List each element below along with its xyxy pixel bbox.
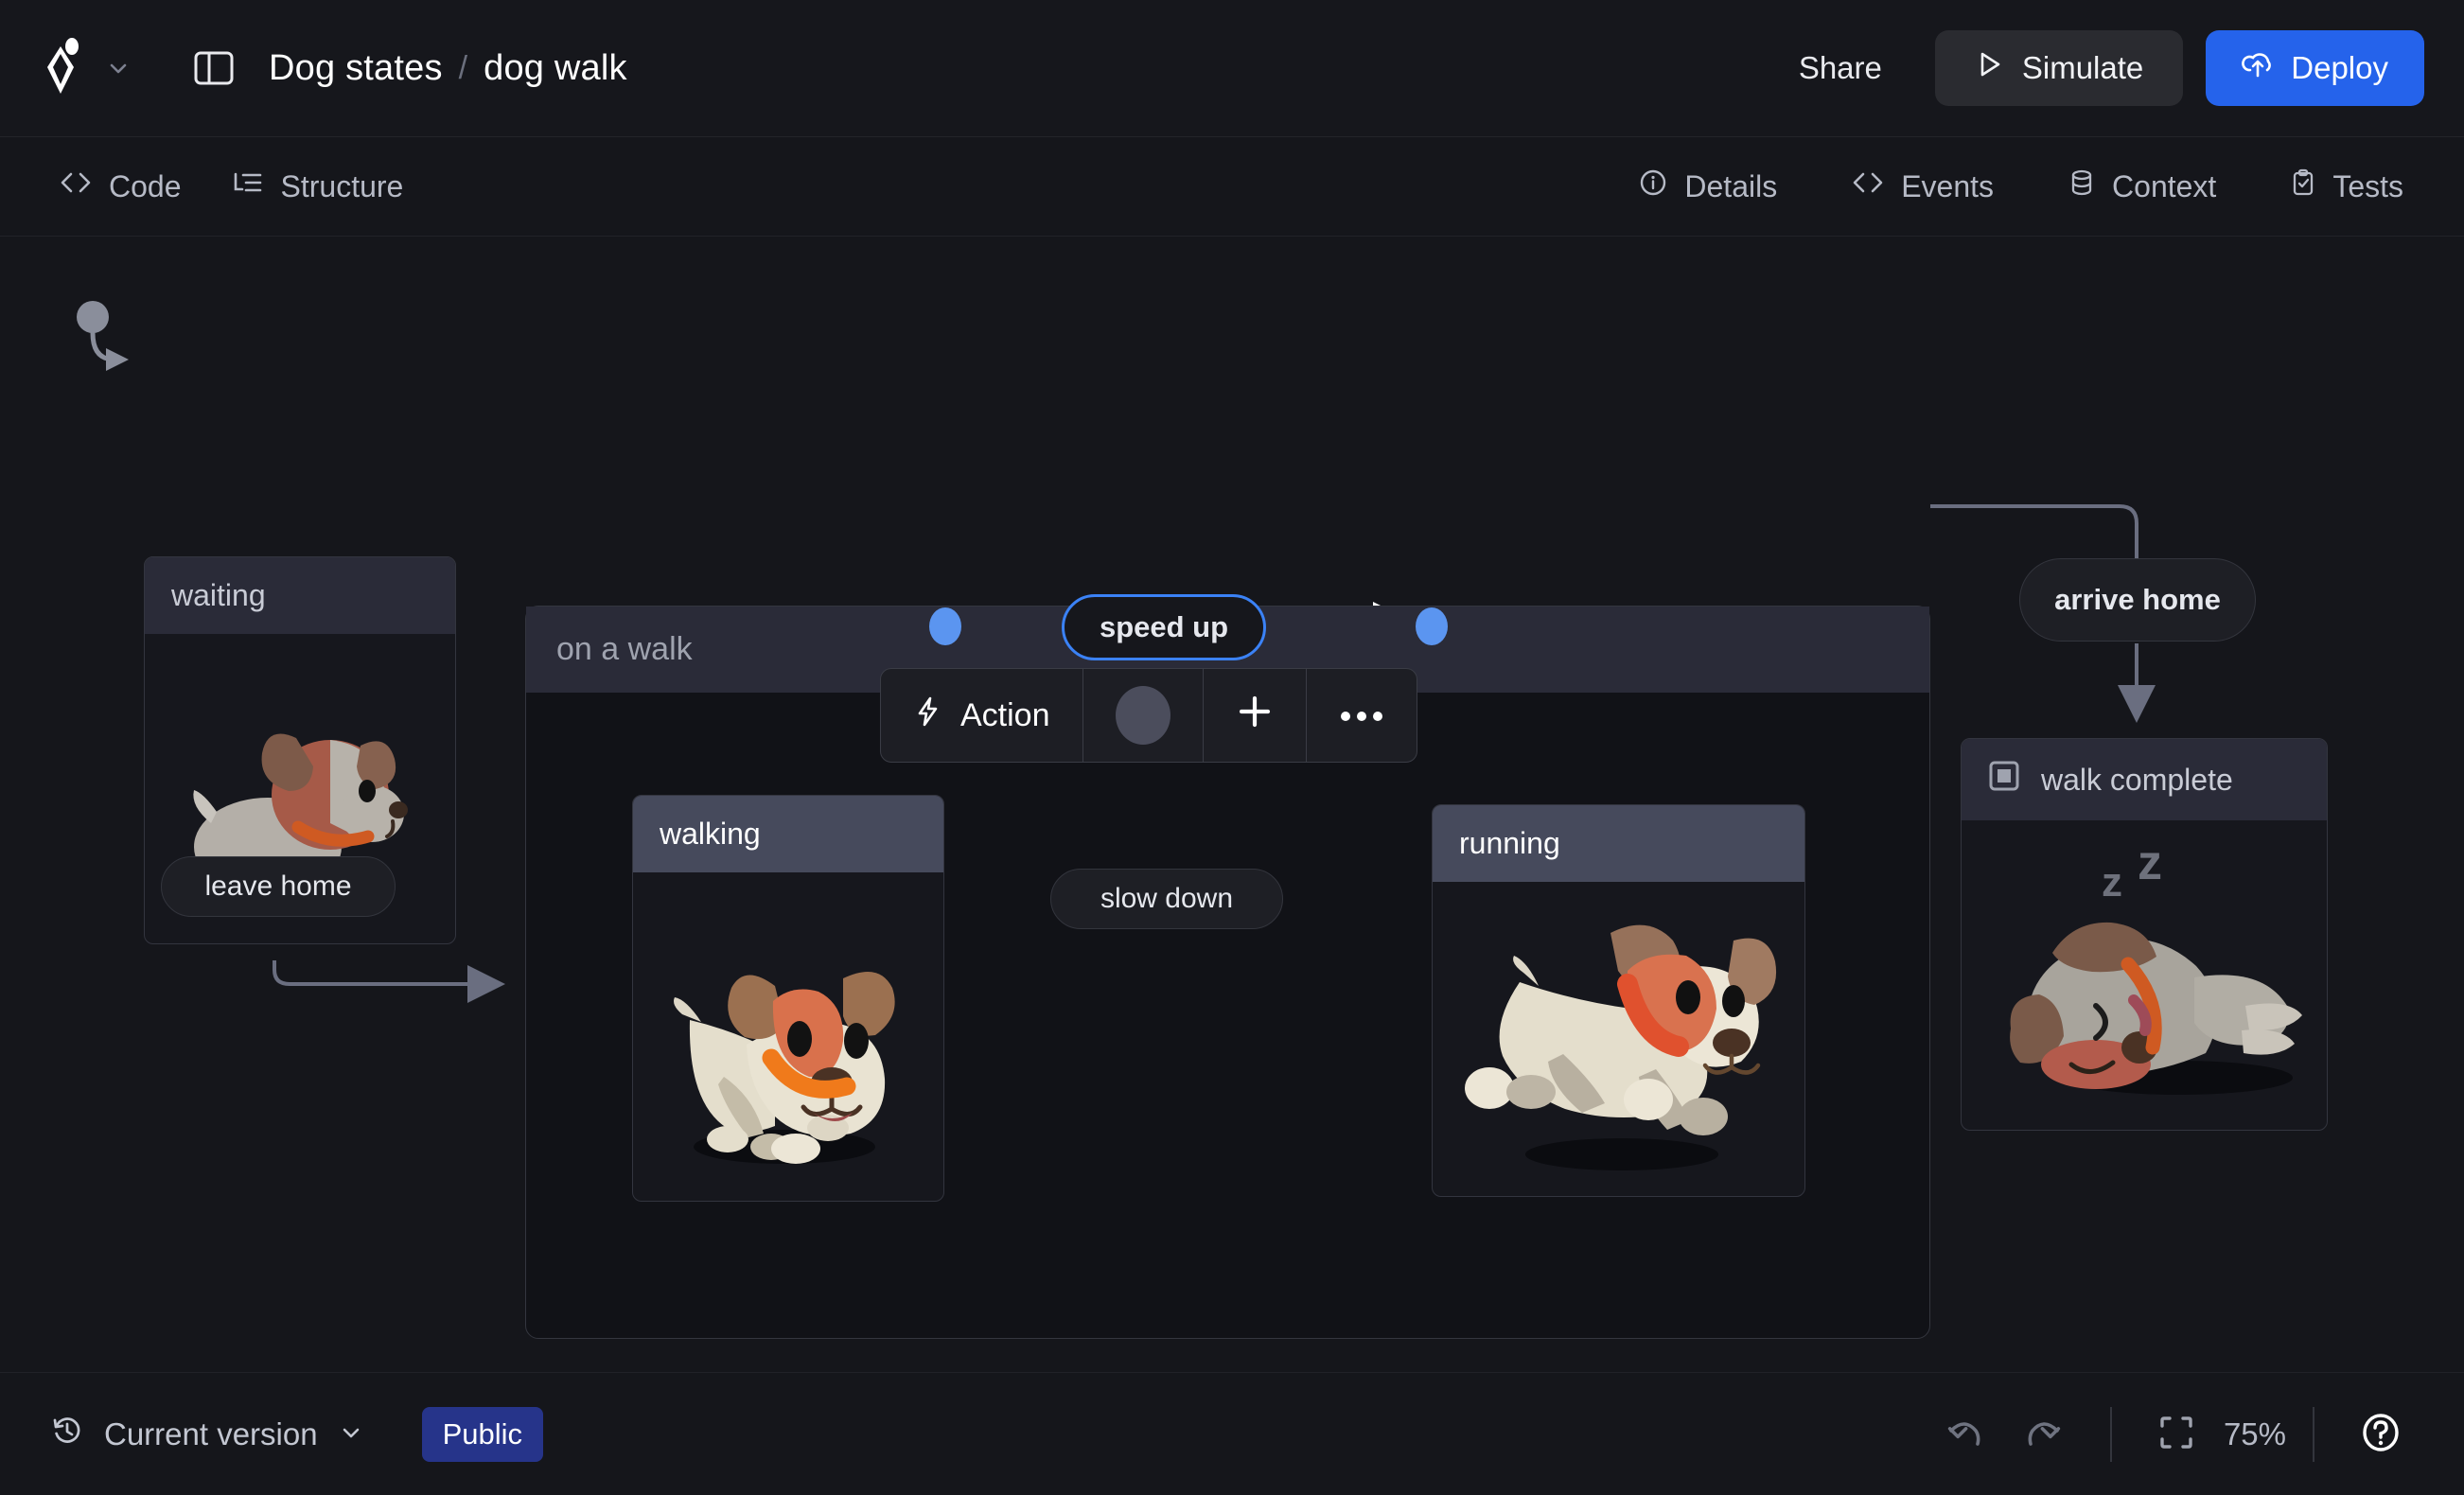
running-dog-illustration bbox=[1465, 924, 1777, 1170]
state-node-walk-complete-header: walk complete bbox=[1962, 739, 2327, 820]
clipboard-check-icon bbox=[2290, 167, 2316, 205]
stately-editor-window: Dog states / dog walk Share Simulate Dep… bbox=[0, 0, 2464, 1495]
breadcrumb-project[interactable]: Dog states bbox=[269, 48, 443, 89]
version-selector[interactable]: Current version bbox=[51, 1415, 363, 1454]
secondary-toolbar: Code Structure Details Events Context Te… bbox=[0, 137, 2464, 237]
help-button[interactable] bbox=[2341, 1400, 2420, 1468]
history-clock-icon bbox=[51, 1415, 83, 1454]
tree-list-icon bbox=[231, 168, 265, 204]
transition-speed-up-label: speed up bbox=[1099, 610, 1229, 643]
transition-speed-up[interactable]: speed up bbox=[1062, 594, 1266, 660]
tab-events-label: Events bbox=[1901, 168, 1995, 203]
undo-button[interactable] bbox=[1925, 1404, 2004, 1464]
transition-leave-home-label: leave home bbox=[204, 871, 352, 902]
status-divider bbox=[2109, 1406, 2112, 1462]
code-brackets-icon bbox=[59, 168, 93, 204]
tab-tests-label: Tests bbox=[2332, 168, 2403, 203]
question-circle-icon bbox=[2360, 1412, 2402, 1456]
transition-slow-down[interactable]: slow down bbox=[1050, 869, 1283, 929]
more-options-button[interactable] bbox=[1307, 669, 1417, 762]
state-node-walk-complete-label: walk complete bbox=[2041, 762, 2233, 797]
redo-arrow-icon bbox=[2023, 1416, 2065, 1452]
transition-target-handle-running[interactable] bbox=[1416, 607, 1448, 645]
deploy-button[interactable]: Deploy bbox=[2206, 30, 2424, 106]
initial-state-marker bbox=[77, 301, 109, 333]
state-node-walk-complete-body: z z bbox=[1962, 820, 2327, 1128]
fit-to-screen-button[interactable] bbox=[2138, 1402, 2214, 1466]
left-tab-group: Code Structure bbox=[0, 155, 428, 218]
svg-text:z: z bbox=[2102, 859, 2122, 906]
add-action-label: Action bbox=[960, 696, 1050, 733]
walking-dog-illustration bbox=[674, 971, 895, 1164]
deploy-label: Deploy bbox=[2291, 50, 2388, 85]
transition-arrive-home-label: arrive home bbox=[2054, 583, 2221, 616]
state-node-walking-body bbox=[633, 872, 943, 1194]
state-machine-canvas[interactable]: waiting waiting bbox=[0, 237, 2464, 1372]
tab-context-label: Context bbox=[2112, 168, 2217, 203]
fit-to-screen-icon bbox=[2157, 1414, 2195, 1454]
code-brackets-icon bbox=[1851, 168, 1885, 204]
state-node-walking-label: walking bbox=[633, 796, 943, 872]
right-tab-group: Details Events Context Tests bbox=[1589, 154, 2428, 219]
breadcrumb-machine[interactable]: dog walk bbox=[484, 48, 627, 89]
tab-code[interactable]: Code bbox=[34, 155, 206, 218]
node-action-toolbar: Action bbox=[880, 668, 1417, 763]
state-node-waiting-header: waiting bbox=[145, 557, 455, 634]
transition-arrive-home[interactable]: arrive home bbox=[2019, 558, 2256, 642]
final-state-icon bbox=[1988, 760, 2020, 800]
tab-tests[interactable]: Tests bbox=[2265, 154, 2428, 219]
state-node-walk-complete[interactable]: walk complete z z bbox=[1961, 738, 2328, 1131]
visibility-badge[interactable]: Public bbox=[421, 1406, 544, 1462]
svg-text:z: z bbox=[2138, 835, 2162, 890]
color-swatch-button[interactable] bbox=[1083, 669, 1204, 762]
cloud-upload-icon bbox=[2242, 49, 2274, 87]
tab-structure[interactable]: Structure bbox=[206, 155, 429, 218]
breadcrumb: Dog states / dog walk bbox=[269, 48, 627, 89]
chevron-down-icon bbox=[339, 1416, 363, 1452]
lightning-bolt-icon bbox=[913, 695, 942, 736]
chevron-down-icon[interactable] bbox=[106, 56, 131, 80]
transition-source-handle-walking[interactable] bbox=[929, 607, 961, 645]
share-button[interactable]: Share bbox=[1770, 35, 1910, 101]
breadcrumb-separator: / bbox=[458, 49, 468, 86]
add-child-state-button[interactable] bbox=[1204, 669, 1307, 762]
tab-structure-label: Structure bbox=[280, 168, 404, 203]
top-bar-actions: Share Simulate Deploy bbox=[1770, 30, 2424, 106]
state-node-running-label: running bbox=[1433, 805, 1804, 882]
sleeping-dog-illustration: z z bbox=[2010, 835, 2302, 1095]
plus-icon bbox=[1236, 693, 1274, 739]
add-action-button[interactable]: Action bbox=[881, 669, 1083, 762]
tab-context[interactable]: Context bbox=[2043, 154, 2241, 219]
status-bar-right: 75% bbox=[1925, 1400, 2420, 1468]
workspace-switcher[interactable] bbox=[36, 35, 131, 101]
state-node-running-body bbox=[1433, 882, 1804, 1189]
info-circle-icon bbox=[1638, 167, 1668, 205]
state-node-walking[interactable]: walking bbox=[632, 795, 944, 1202]
status-divider-2 bbox=[2313, 1406, 2314, 1462]
tab-details[interactable]: Details bbox=[1613, 154, 1802, 219]
top-bar: Dog states / dog walk Share Simulate Dep… bbox=[0, 0, 2464, 137]
redo-button[interactable] bbox=[2004, 1404, 2084, 1464]
state-node-running[interactable]: running bbox=[1432, 804, 1805, 1197]
tab-events[interactable]: Events bbox=[1826, 155, 2018, 218]
panel-left-icon[interactable] bbox=[193, 49, 235, 87]
ellipsis-icon bbox=[1339, 697, 1384, 734]
transition-leave-home[interactable]: leave home bbox=[161, 856, 396, 917]
tab-code-label: Code bbox=[109, 168, 182, 203]
database-icon bbox=[2068, 167, 2096, 205]
color-swatch-icon bbox=[1115, 686, 1170, 745]
stately-logo-icon[interactable] bbox=[36, 35, 89, 101]
transition-slow-down-label: slow down bbox=[1100, 883, 1234, 914]
tab-details-label: Details bbox=[1684, 168, 1778, 203]
zoom-level[interactable]: 75% bbox=[2224, 1416, 2286, 1452]
undo-arrow-icon bbox=[1944, 1416, 1985, 1452]
play-icon bbox=[1975, 49, 2003, 87]
status-bar: Current version Public 75% bbox=[0, 1372, 2464, 1495]
simulate-button[interactable]: Simulate bbox=[1934, 30, 2184, 106]
simulate-label: Simulate bbox=[2021, 50, 2144, 85]
version-label: Current version bbox=[104, 1416, 318, 1451]
